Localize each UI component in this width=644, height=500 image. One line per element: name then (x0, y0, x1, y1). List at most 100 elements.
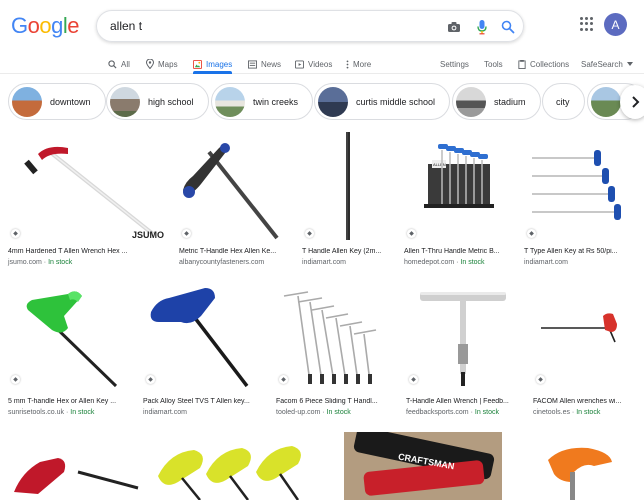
result-source[interactable]: indiamart.com (524, 259, 568, 266)
search-input[interactable]: allen t (110, 19, 142, 33)
image-result[interactable]: ◆ 5 mm T-handle Hex or Allen Key ... sun… (8, 282, 130, 422)
tag-icon: ◆ (305, 229, 314, 238)
chip-label: downtown (50, 96, 91, 107)
video-icon (295, 59, 304, 69)
chevron-right-icon (631, 96, 639, 108)
tools-link[interactable]: Tools (484, 55, 503, 73)
result-source[interactable]: homedepot.com · In stock (404, 259, 485, 266)
result-image[interactable]: ◆ (276, 282, 393, 389)
image-result[interactable] (152, 432, 332, 500)
result-caption[interactable]: T-Handle Allen Wrench | Feedb... (406, 398, 520, 405)
result-image[interactable] (514, 432, 634, 500)
google-logo[interactable]: Google (11, 13, 80, 39)
chip-thumbnail (591, 86, 621, 117)
chip-curtis-middle-school[interactable]: curtis middle school (314, 83, 451, 120)
tab-label: News (261, 59, 282, 69)
image-result[interactable]: ALLEN ◆ Allen T-Thru Handle Metric B... … (404, 130, 512, 270)
result-image[interactable]: ◆ (143, 282, 264, 389)
image-icon (193, 59, 202, 69)
image-result[interactable] (514, 432, 634, 500)
logo-letter: g (51, 13, 63, 38)
tag-icon: ◆ (182, 229, 191, 238)
result-source[interactable]: feedbacksports.com · In stock (406, 409, 499, 416)
logo-letter: e (67, 13, 80, 38)
image-result[interactable]: ◆ T Type Allen Key at Rs 50/pi... indiam… (524, 130, 634, 270)
apps-icon[interactable] (580, 17, 594, 31)
image-result[interactable]: ◆ T Handle Allen Key (2m... indiamart.co… (302, 130, 392, 270)
result-image[interactable]: ◆ (179, 130, 290, 243)
stock-status: In stock (48, 259, 73, 266)
tab-more[interactable]: More (346, 55, 371, 73)
result-image[interactable]: ◆ (406, 282, 520, 389)
tab-images[interactable]: Images (193, 55, 233, 74)
result-image[interactable] (152, 432, 332, 500)
tab-news[interactable]: News (248, 55, 281, 73)
chip-city[interactable]: city (542, 83, 585, 120)
result-image[interactable]: ◆ (524, 130, 634, 243)
chip-downtown[interactable]: downtown (8, 83, 106, 120)
result-source[interactable]: tooled-up.com · In stock (276, 409, 351, 416)
settings-link[interactable]: Settings (440, 55, 469, 73)
settings-label: Settings (440, 59, 469, 69)
image-result[interactable] (8, 432, 140, 500)
result-image[interactable]: CRAFTSMAN (344, 432, 502, 500)
result-image[interactable]: ALLEN ◆ (404, 130, 512, 243)
image-result[interactable]: ◆ FACOM Allen wrenches wi... cinetools.e… (533, 282, 634, 422)
stock-status: In stock (474, 409, 500, 416)
chip-twin-creeks[interactable]: twin creeks (211, 83, 314, 120)
tag-icon: ◆ (279, 375, 288, 384)
result-source[interactable]: cinetools.es · In stock (533, 409, 600, 416)
stock-status: In stock (326, 409, 351, 416)
result-image[interactable] (8, 432, 140, 500)
result-image[interactable]: ◆ (302, 130, 392, 243)
result-source[interactable]: albanycountyfasteners.com (179, 259, 264, 266)
camera-icon[interactable] (445, 18, 463, 36)
result-caption[interactable]: T Type Allen Key at Rs 50/pi... (524, 248, 634, 255)
tab-maps[interactable]: Maps (146, 55, 178, 73)
result-source[interactable]: indiamart.com (302, 259, 346, 266)
chips-next-button[interactable] (620, 85, 644, 119)
source-domain: sunrisetools.co.uk (8, 409, 65, 416)
result-caption[interactable]: Pack Alloy Steel TVS T Allen key... (143, 398, 264, 405)
image-result[interactable]: ◆ T-Handle Allen Wrench | Feedb... feedb… (406, 282, 520, 422)
image-result[interactable]: ◆ Pack Alloy Steel TVS T Allen key... in… (143, 282, 264, 422)
result-caption[interactable]: 5 mm T-handle Hex or Allen Key ... (8, 398, 130, 405)
result-caption[interactable]: Facom 6 Piece Sliding T Handl... (276, 398, 393, 405)
image-result[interactable]: CRAFTSMAN (344, 432, 502, 500)
chip-thumbnail (110, 86, 140, 117)
source-domain: jsumo.com (8, 259, 42, 266)
result-image[interactable]: ◆ (8, 282, 130, 389)
result-caption[interactable]: T Handle Allen Key (2m... (302, 248, 392, 255)
tag-icon: ◆ (11, 375, 20, 384)
result-caption[interactable]: 4mm Hardened T Allen Wrench Hex ... (8, 248, 168, 255)
tab-label: Images (206, 59, 233, 69)
result-caption[interactable]: Allen T-Thru Handle Metric B... (404, 248, 512, 255)
result-caption[interactable]: Metric T-Handle Hex Allen Ke... (179, 248, 290, 255)
result-image[interactable]: ◆ (533, 282, 634, 389)
image-result[interactable]: ◆ Facom 6 Piece Sliding T Handl... toole… (276, 282, 393, 422)
search-icon[interactable] (499, 18, 517, 36)
mic-icon[interactable] (473, 18, 491, 36)
tab-videos[interactable]: Videos (295, 55, 332, 73)
result-image[interactable]: JSUMO ◆ (8, 130, 168, 243)
result-source[interactable]: indiamart.com (143, 409, 187, 416)
chip-high-school[interactable]: high school (106, 83, 209, 120)
tab-label: More (353, 59, 372, 69)
result-caption[interactable]: FACOM Allen wrenches wi... (533, 398, 634, 405)
collections-link[interactable]: Collections (518, 55, 569, 73)
tab-all[interactable]: All (108, 55, 130, 73)
chip-stadium[interactable]: stadium (452, 83, 541, 120)
tag-icon: ◆ (527, 229, 536, 238)
chip-thumbnail (318, 86, 348, 117)
image-result[interactable]: JSUMO ◆ 4mm Hardened T Allen Wrench Hex … (8, 130, 168, 270)
image-result[interactable]: ◆ Metric T-Handle Hex Allen Ke... albany… (179, 130, 290, 270)
result-source[interactable]: jsumo.com · In stock (8, 259, 72, 266)
safesearch-dropdown[interactable]: SafeSearch (581, 55, 633, 73)
news-icon (248, 59, 257, 69)
avatar[interactable]: A (604, 13, 627, 36)
search-box[interactable]: allen t (96, 10, 524, 42)
result-source[interactable]: sunrisetools.co.uk · In stock (8, 409, 94, 416)
logo-letter: o (27, 13, 40, 38)
collections-label: Collections (530, 59, 570, 69)
stock-status: In stock (576, 409, 601, 416)
